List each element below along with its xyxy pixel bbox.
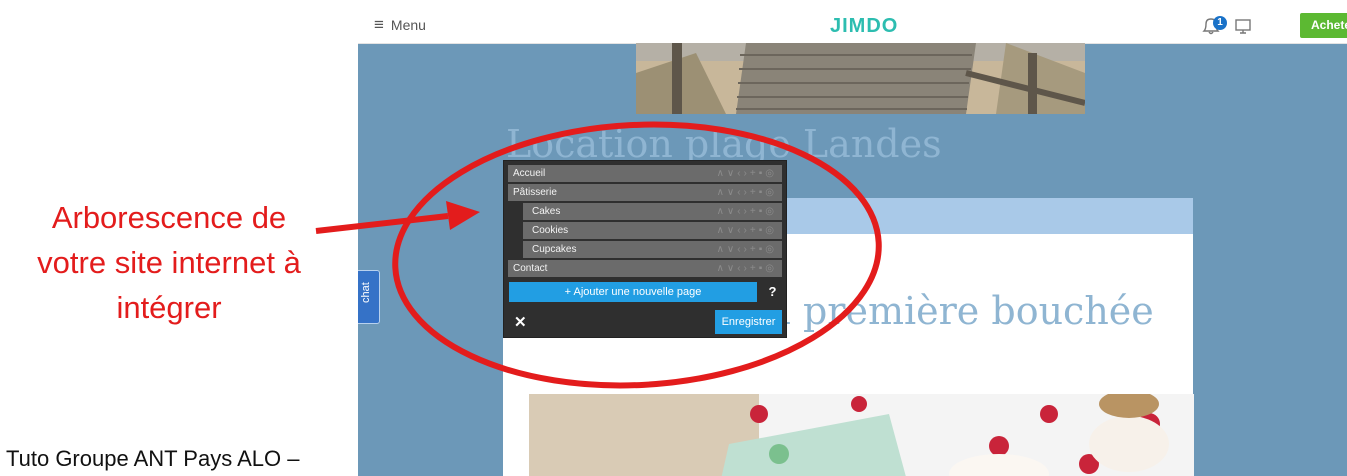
nav-item-label: Cakes xyxy=(532,206,561,217)
nav-item-controls-icon[interactable]: ∧∨‹›+▪◎ xyxy=(717,222,777,239)
jimdo-logo: JIMDO xyxy=(830,15,899,37)
nav-item-controls-icon[interactable]: ∧∨‹›+▪◎ xyxy=(717,241,777,258)
nav-item-contact[interactable]: Contact ∧∨‹›+▪◎ xyxy=(508,260,782,277)
annotation-line-1: Arborescence de xyxy=(51,200,287,235)
jimdo-editor-screen: ≡ Menu JIMDO 1 Achete Locati xyxy=(358,8,1347,476)
add-page-button[interactable]: + Ajouter une nouvelle page xyxy=(509,282,757,302)
save-button[interactable]: Enregistrer xyxy=(715,310,782,334)
annotation-text: Arborescence de votre site internet à in… xyxy=(6,196,332,331)
nav-item-patisserie[interactable]: Pâtisserie ∧∨‹›+▪◎ xyxy=(508,184,782,201)
notification-badge: 1 xyxy=(1213,16,1227,30)
hero-image xyxy=(636,43,1085,114)
nav-item-controls-icon[interactable]: ∧∨‹›+▪◎ xyxy=(717,260,777,277)
annotation-line-2: votre site internet à xyxy=(37,244,301,280)
chat-tab[interactable]: chat xyxy=(358,270,380,324)
nav-item-cakes[interactable]: Cakes ∧∨‹›+▪◎ xyxy=(523,203,782,220)
nav-item-controls-icon[interactable]: ∧∨‹›+▪◎ xyxy=(717,203,777,220)
navigation-editor-panel: Accueil ∧∨‹›+▪◎ Pâtisserie ∧∨‹›+▪◎ Cakes… xyxy=(503,160,787,338)
nav-item-label: Pâtisserie xyxy=(513,187,557,198)
editor-topbar: ≡ Menu JIMDO 1 Achete xyxy=(358,8,1347,44)
nav-item-accueil[interactable]: Accueil ∧∨‹›+▪◎ xyxy=(508,165,782,182)
cupcake-image xyxy=(529,394,1194,476)
footer-caption: Tuto Groupe ANT Pays ALO – xyxy=(6,446,300,471)
nav-item-cupcakes[interactable]: Cupcakes ∧∨‹›+▪◎ xyxy=(523,241,782,258)
monitor-icon[interactable] xyxy=(1233,18,1255,36)
menu-button[interactable]: ≡ Menu xyxy=(374,16,426,33)
nav-item-label: Accueil xyxy=(513,168,546,179)
menu-label: Menu xyxy=(390,16,426,33)
hamburger-icon: ≡ xyxy=(374,15,384,34)
close-button[interactable]: ✕ xyxy=(514,313,527,331)
nav-item-label: Cupcakes xyxy=(532,244,577,255)
nav-item-label: Cookies xyxy=(532,225,569,236)
nav-item-cookies[interactable]: Cookies ∧∨‹›+▪◎ xyxy=(523,222,782,239)
nav-item-label: Contact xyxy=(513,263,548,274)
chat-label: chat xyxy=(360,282,372,303)
annotation-line-3: intégrer xyxy=(116,289,222,325)
buy-button[interactable]: Achete xyxy=(1300,13,1347,38)
help-button[interactable]: ? xyxy=(764,282,781,302)
nav-item-controls-icon[interactable]: ∧∨‹›+▪◎ xyxy=(717,165,777,182)
nav-item-controls-icon[interactable]: ∧∨‹›+▪◎ xyxy=(717,184,777,201)
